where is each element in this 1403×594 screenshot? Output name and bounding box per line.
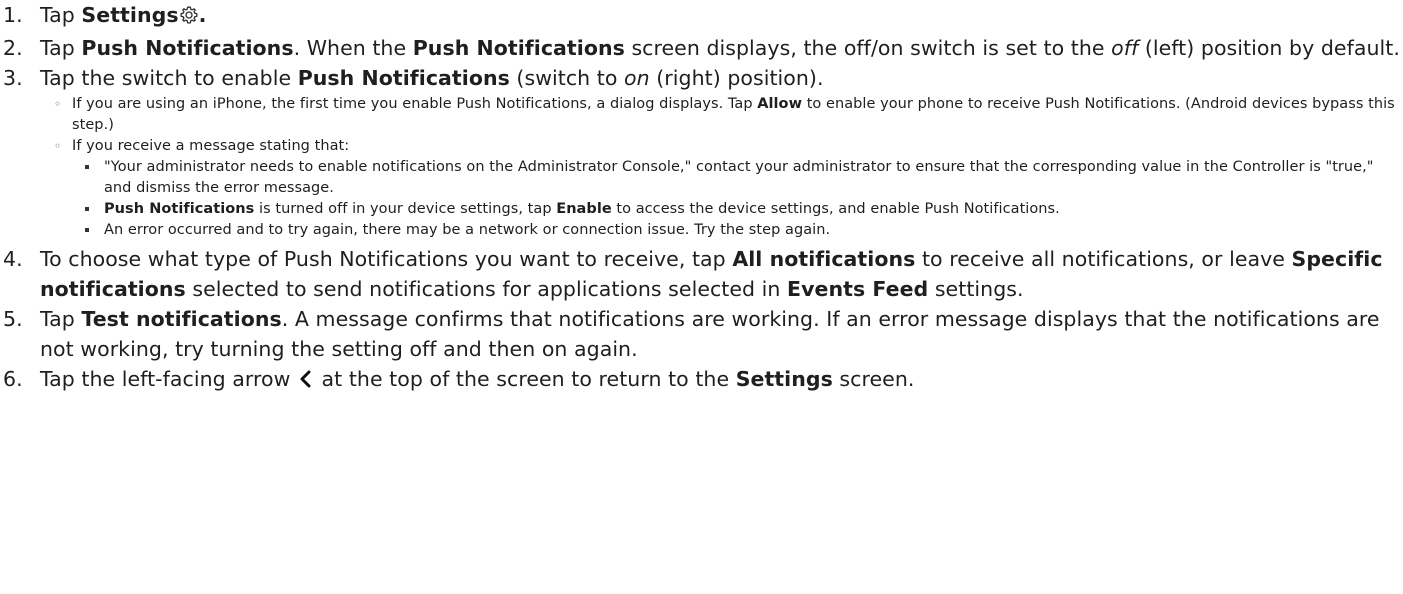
text: Tap the left-facing arrow xyxy=(40,367,297,391)
text: screen. xyxy=(832,367,915,391)
sub-sub-item: "Your administrator needs to enable noti… xyxy=(72,157,1403,199)
step-text: Tap Test notifications. A message confir… xyxy=(40,304,1403,364)
steps-list: 1. Tap Settings. 2. Tap Push Notificatio… xyxy=(0,0,1403,397)
step-number: 1. xyxy=(3,3,23,27)
text: selected to send notifications for appli… xyxy=(185,277,788,301)
sub-sub-item: An error occurred and to try again, ther… xyxy=(72,220,1403,241)
step-text: Tap the left-facing arrow at the top of … xyxy=(40,364,1403,397)
text: screen displays, the off/on switch is se… xyxy=(624,36,1112,60)
step-5: 5. Tap Test notifications. A message con… xyxy=(0,304,1403,364)
italic-text: on xyxy=(624,66,650,90)
text: at the top of the screen to return to th… xyxy=(314,367,736,391)
text: "Your administrator needs to enable noti… xyxy=(104,159,1374,196)
text: (left) position by default. xyxy=(1138,36,1400,60)
step-text: Tap Push Notifications. When the Push No… xyxy=(40,33,1403,63)
text: is turned off in your device settings, t… xyxy=(254,201,557,217)
text: If you receive a message stating that: xyxy=(72,138,350,154)
text: An error occurred and to try again, ther… xyxy=(104,222,831,238)
step-text: Tap the switch to enable Push Notificati… xyxy=(40,63,1403,93)
gear-icon xyxy=(179,3,199,33)
italic-text: off xyxy=(1111,36,1139,60)
step-3: 3. Tap the switch to enable Push Notific… xyxy=(0,63,1403,241)
chevron-left-icon xyxy=(297,367,315,397)
sub-sub-list: "Your administrator needs to enable noti… xyxy=(72,157,1403,241)
circle-bullet-icon: ◦ xyxy=(54,97,62,111)
text: To choose what type of Push Notification… xyxy=(40,247,733,271)
step-number: 3. xyxy=(3,66,23,90)
step-number: 5. xyxy=(3,307,23,331)
bold-text: Settings xyxy=(81,3,179,27)
text: Tap xyxy=(40,3,82,27)
step-text: Tap Settings. xyxy=(40,0,1403,33)
step-2: 2. Tap Push Notifications. When the Push… xyxy=(0,33,1403,63)
step-4: 4. To choose what type of Push Notificat… xyxy=(0,244,1403,304)
bold-text: All notifications xyxy=(732,247,916,271)
bold-text: Enable xyxy=(556,201,612,217)
text: (switch to xyxy=(509,66,625,90)
sub-item: ◦ If you are using an iPhone, the first … xyxy=(40,94,1403,136)
sub-list: ◦ If you are using an iPhone, the first … xyxy=(40,94,1403,241)
text: (right) position). xyxy=(649,66,824,90)
square-bullet-icon xyxy=(85,228,89,232)
bold-text: Allow xyxy=(757,96,803,112)
text: Tap the switch to enable xyxy=(40,66,298,90)
bold-text: Events Feed xyxy=(787,277,929,301)
text: to access the device settings, and enabl… xyxy=(611,201,1060,217)
bold-text: Push Notifications xyxy=(104,201,255,217)
step-6: 6. Tap the left-facing arrow at the top … xyxy=(0,364,1403,397)
sub-item: ◦ If you receive a message stating that:… xyxy=(40,136,1403,241)
step-1: 1. Tap Settings. xyxy=(0,0,1403,33)
text: to receive all notifications, or leave xyxy=(915,247,1292,271)
instructions-document: 1. Tap Settings. 2. Tap Push Notificatio… xyxy=(0,0,1403,397)
step-number: 4. xyxy=(3,247,23,271)
square-bullet-icon xyxy=(85,165,89,169)
bold-text: Push Notifications xyxy=(81,36,294,60)
text: If you are using an iPhone, the first ti… xyxy=(72,96,758,112)
step-text: To choose what type of Push Notification… xyxy=(40,244,1403,304)
step-number: 2. xyxy=(3,36,23,60)
square-bullet-icon xyxy=(85,207,89,211)
step-number: 6. xyxy=(3,367,23,391)
bold-text: Settings xyxy=(735,367,833,391)
text: settings. xyxy=(928,277,1024,301)
sub-sub-item: Push Notifications is turned off in your… xyxy=(72,199,1403,220)
text: . xyxy=(198,3,207,27)
text: Tap xyxy=(40,307,82,331)
text: . When the xyxy=(293,36,413,60)
bold-text: Push Notifications xyxy=(297,66,510,90)
circle-bullet-icon: ◦ xyxy=(54,139,62,153)
text: Tap xyxy=(40,36,82,60)
bold-text: Push Notifications xyxy=(412,36,625,60)
bold-text: Test notifications xyxy=(81,307,282,331)
